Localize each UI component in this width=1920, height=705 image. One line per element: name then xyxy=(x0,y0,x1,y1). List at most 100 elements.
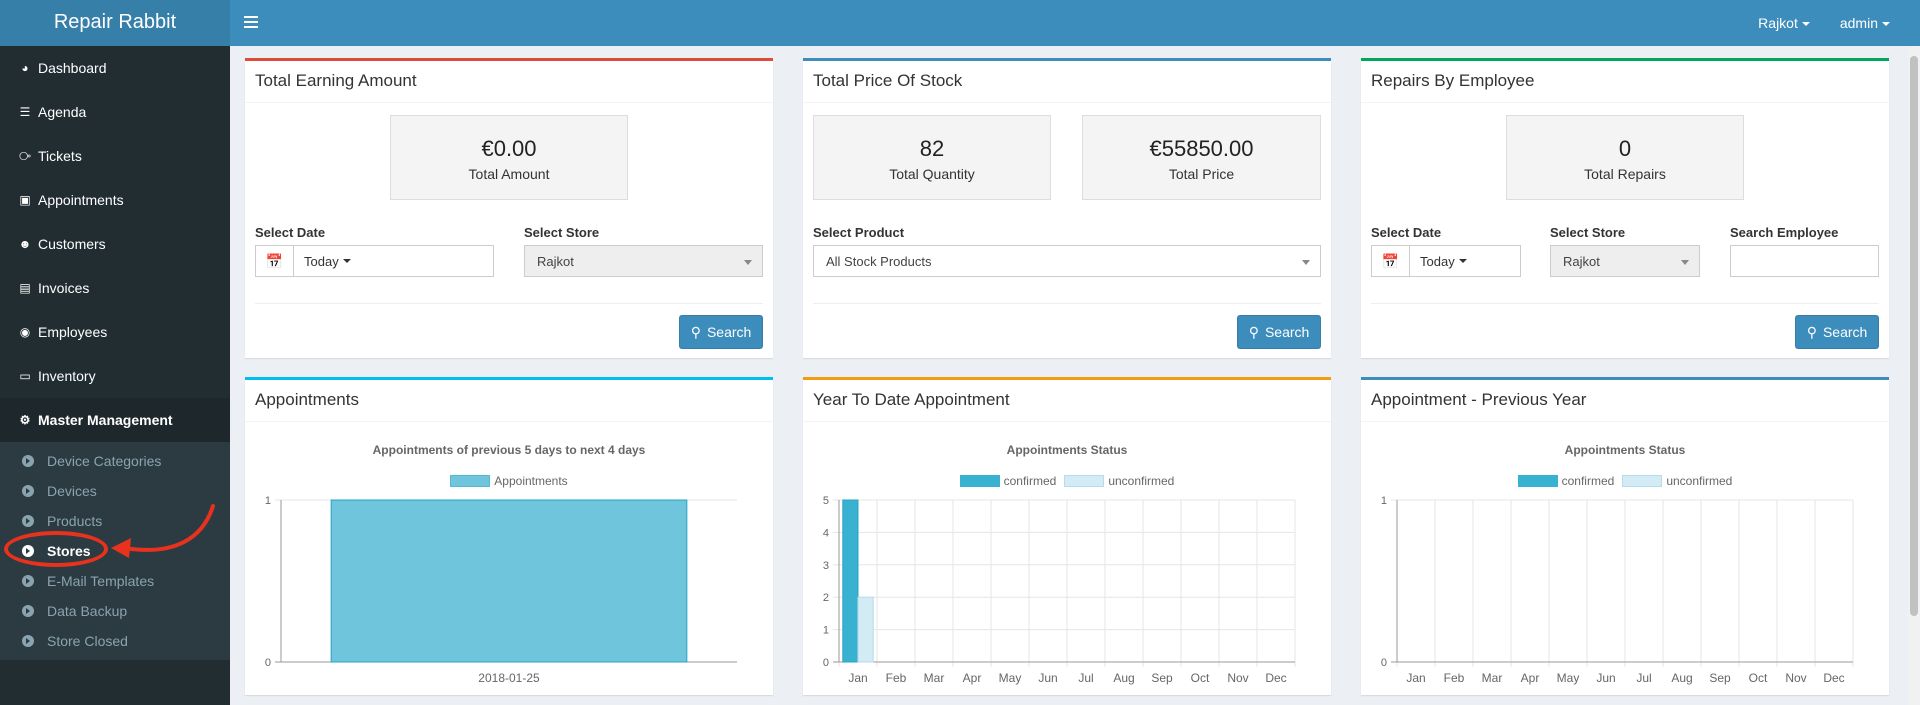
repairs-search-button[interactable]: ⚲ Search xyxy=(1795,315,1879,349)
store-select[interactable]: Rajkot xyxy=(524,245,763,277)
total-price-stat: €55850.00 Total Price xyxy=(1082,115,1321,200)
x-tick-label: Feb xyxy=(1444,671,1465,685)
total-price-label: Total Price xyxy=(1168,166,1235,182)
total-repairs-stat: 0 Total Repairs xyxy=(1506,115,1744,200)
legend-item[interactable]: confirmed xyxy=(959,474,1056,488)
page-scrollbar-thumb[interactable] xyxy=(1910,56,1918,616)
legend-item[interactable]: confirmed xyxy=(1517,474,1615,488)
divider xyxy=(1371,303,1879,304)
user-dropdown[interactable]: admin xyxy=(1840,15,1890,31)
search-employee-input[interactable] xyxy=(1730,245,1879,277)
app-logo[interactable]: Repair Rabbit xyxy=(0,0,230,46)
x-tick-label: May xyxy=(999,671,1022,685)
x-tick-label: Jun xyxy=(1596,671,1615,685)
sidebar-item-label: Invoices xyxy=(38,280,90,296)
select-arrow-icon xyxy=(744,260,752,265)
sidebar-item-invoices[interactable]: ▤ Invoices xyxy=(0,266,230,310)
legend-swatch xyxy=(1622,475,1663,487)
y-tick-label: 0 xyxy=(1381,657,1387,669)
sidebar-item-customers[interactable]: ☻ Customers xyxy=(0,222,230,266)
stock-search-button[interactable]: ⚲ Search xyxy=(1237,315,1321,349)
circle-arrow-icon xyxy=(22,575,34,587)
stock-box-title: Total Price Of Stock xyxy=(803,61,1331,103)
product-select[interactable]: All Stock Products xyxy=(813,245,1321,277)
sidebar-item-tickets[interactable]: ⧂ Tickets xyxy=(0,134,230,178)
date-range-picker[interactable]: 📅 Today xyxy=(1371,245,1521,277)
select-date-label: Select Date xyxy=(1371,225,1442,240)
total-amount-stat: €0.00 Total Amount xyxy=(390,115,628,200)
sidebar-item-label: Employees xyxy=(38,324,108,340)
cogs-icon: ⚙ xyxy=(19,413,31,427)
select-date-label: Select Date xyxy=(255,225,326,240)
user-dropdown-label: admin xyxy=(1839,15,1878,31)
date-range-dropdown[interactable]: Today xyxy=(1410,246,1467,276)
x-tick-label: Nov xyxy=(1785,671,1806,685)
total-repairs-value: 0 xyxy=(1618,136,1632,161)
sidebar-item-inventory[interactable]: ▭ Inventory xyxy=(0,354,230,398)
submenu-item-label: Data Backup xyxy=(47,603,128,619)
y-tick-label: 1 xyxy=(265,495,271,507)
submenu-item-email-templates[interactable]: E-Mail Templates xyxy=(0,566,230,596)
chart-title: Appointments of previous 5 days to next … xyxy=(372,443,646,457)
ticket-icon: ⧂ xyxy=(18,148,31,163)
circle-arrow-icon xyxy=(22,485,34,497)
circle-arrow-icon xyxy=(22,635,34,647)
search-button-label: Search xyxy=(706,324,752,340)
select-product-label: Select Product xyxy=(813,225,905,240)
search-button-label: Search xyxy=(1264,324,1310,340)
ytd-chart-box-title: Year To Date Appointment xyxy=(803,380,1331,422)
bar xyxy=(842,499,859,663)
list-icon: ☰ xyxy=(19,105,31,119)
date-range-picker[interactable]: 📅 Today xyxy=(255,245,494,277)
y-tick-label: 1 xyxy=(823,625,829,637)
sidebar-item-label: Tickets xyxy=(38,148,82,164)
legend-swatch xyxy=(959,475,1000,487)
x-tick-label: Jul xyxy=(1078,671,1093,685)
sidebar-item-agenda[interactable]: ☰ Agenda xyxy=(0,90,230,134)
previous-year-chart-box-title: Appointment - Previous Year xyxy=(1361,380,1889,422)
legend-swatch xyxy=(1517,475,1558,487)
chart-title: Appointments Status xyxy=(1564,443,1686,457)
search-icon: ⚲ xyxy=(1248,323,1259,340)
chart-legend: confirmed unconfirmed xyxy=(803,474,1331,488)
legend-item[interactable]: Appointments xyxy=(450,474,568,488)
submenu-item-store-closed[interactable]: Store Closed xyxy=(0,626,230,656)
select-store-label: Select Store xyxy=(1550,225,1626,240)
user-circle-icon: ◉ xyxy=(19,325,31,339)
repairs-box: Repairs By Employee 0 Total Repairs Sele… xyxy=(1361,58,1889,358)
divider xyxy=(813,303,1321,304)
calendar-icon: 📅 xyxy=(256,246,294,276)
earning-search-button[interactable]: ⚲ Search xyxy=(679,315,763,349)
submenu-item-label: E-Mail Templates xyxy=(47,573,155,589)
x-tick-label: Apr xyxy=(963,671,982,685)
search-button-label: Search xyxy=(1822,324,1868,340)
store-dropdown[interactable]: Rajkot xyxy=(1758,15,1810,31)
x-tick-label: Apr xyxy=(1521,671,1540,685)
sidebar-item-master-management[interactable]: ⚙ Master Management xyxy=(0,398,230,442)
x-tick-label: Oct xyxy=(1749,671,1768,685)
users-icon: ☻ xyxy=(18,237,32,251)
caret-down-icon xyxy=(1458,259,1467,263)
ytd-chart-box: Year To Date Appointment Appointments St… xyxy=(803,377,1331,695)
bar xyxy=(330,499,688,663)
menu-toggle-icon[interactable] xyxy=(244,13,258,31)
store-select[interactable]: Rajkot xyxy=(1550,245,1700,277)
store-select-value: Rajkot xyxy=(537,253,574,269)
sidebar-item-employees[interactable]: ◉ Employees xyxy=(0,310,230,354)
submenu-item-label: Device Categories xyxy=(47,453,162,469)
submenu-item-data-backup[interactable]: Data Backup xyxy=(0,596,230,626)
sidebar-item-dashboard[interactable]: ◕ Dashboard xyxy=(0,46,230,90)
legend-label: Appointments xyxy=(494,474,568,488)
total-price-value: €55850.00 xyxy=(1149,136,1254,161)
date-range-dropdown[interactable]: Today xyxy=(294,246,351,276)
legend-item[interactable]: unconfirmed xyxy=(1064,474,1174,488)
legend-label: confirmed xyxy=(1561,474,1615,488)
legend-item[interactable]: unconfirmed xyxy=(1622,474,1732,488)
store-dropdown-label: Rajkot xyxy=(1758,15,1798,31)
chart-legend: Appointments xyxy=(245,474,773,488)
circle-arrow-icon xyxy=(22,515,34,527)
submenu-item-device-categories[interactable]: Device Categories xyxy=(0,446,230,476)
sidebar-item-appointments[interactable]: ▣ Appointments xyxy=(0,178,230,222)
date-range-value: Today xyxy=(304,253,339,269)
earning-box: Total Earning Amount €0.00 Total Amount … xyxy=(245,58,773,358)
